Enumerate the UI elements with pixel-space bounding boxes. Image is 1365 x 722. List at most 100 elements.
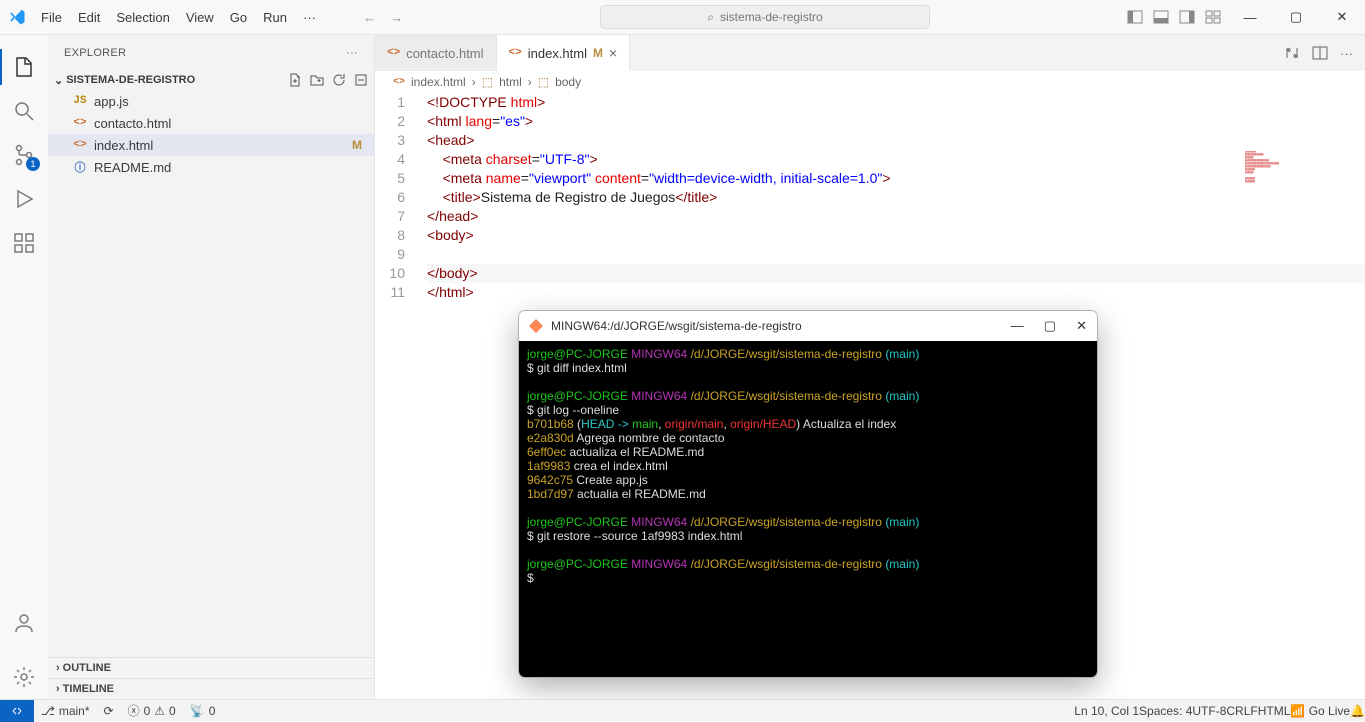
status-lang[interactable]: HTML [1258,704,1291,718]
sidebar: EXPLORER ··· ⌄ SISTEMA-DE-REGISTRO JS app… [48,35,375,699]
nav-buttons: ← → [363,10,403,25]
file-name: README.md [94,160,171,175]
status-encoding[interactable]: UTF-8 [1192,704,1226,718]
menu-view[interactable]: View [179,6,221,29]
editor-more-icon[interactable]: ··· [1340,46,1353,61]
window-close-icon[interactable]: ✕ [1319,0,1365,35]
status-golive[interactable]: 📶 Go Live [1290,704,1350,718]
terminal-window[interactable]: MINGW64:/d/JORGE/wsgit/sistema-de-regist… [518,310,1098,678]
activity-explorer-icon[interactable] [0,45,48,89]
status-port[interactable]: 📡 0 [183,704,223,718]
chevron-right-icon: › [528,75,532,89]
chevron-right-icon: › [472,75,476,89]
chevron-right-icon: › [56,662,60,674]
tree-item[interactable]: JS app.js [48,90,374,112]
file-icon: JS [72,95,88,107]
symbol-icon: ⬚ [538,75,549,89]
title-bar: FileEditSelectionViewGoRun··· ← → ⌕ sist… [0,0,1365,35]
file-icon: <> [72,117,88,129]
activity-debug-icon[interactable] [0,177,48,221]
breadcrumb[interactable]: <> index.html › ⬚ html › ⬚ body [375,71,1365,93]
vscode-logo-icon [0,8,34,26]
explorer-more-icon[interactable]: ··· [346,47,358,59]
menu-bar: FileEditSelectionViewGoRun··· [34,6,323,29]
menu-go[interactable]: Go [223,6,254,29]
search-wrap: ⌕ sistema-de-registro [403,5,1127,29]
activity-extensions-icon[interactable] [0,221,48,265]
terminal-title: MINGW64:/d/JORGE/wsgit/sistema-de-regist… [551,319,802,333]
menu-···[interactable]: ··· [296,6,323,29]
menu-file[interactable]: File [34,6,69,29]
folder-header[interactable]: ⌄ SISTEMA-DE-REGISTRO [48,70,374,90]
minimap[interactable]: ████████████████████████████████████████… [1245,151,1365,271]
window-maximize-icon[interactable]: ▢ [1273,0,1319,35]
nav-fwd-icon[interactable]: → [390,10,403,25]
refresh-icon[interactable] [332,73,346,87]
layout-primary-icon[interactable] [1127,9,1143,25]
term-maximize-icon[interactable]: ▢ [1044,318,1056,334]
close-icon[interactable]: × [609,45,617,61]
file-name: app.js [94,94,129,109]
explorer-title: EXPLORER [64,47,126,59]
status-eol[interactable]: CRLF [1226,704,1257,718]
tree-item[interactable]: ⓘ README.md [48,156,374,178]
file-icon: ⓘ [72,159,88,175]
term-minimize-icon[interactable]: — [1011,318,1024,334]
activity-search-icon[interactable] [0,89,48,133]
command-center[interactable]: ⌕ sistema-de-registro [600,5,930,29]
gutter: 1234567891011 [375,93,423,699]
tree-item[interactable]: <>index.htmlM [48,134,374,156]
chevron-right-icon: › [56,683,60,695]
layout-secondary-icon[interactable] [1179,9,1195,25]
activity-account-icon[interactable] [0,601,48,645]
tree-item[interactable]: <> contacto.html [48,112,374,134]
menu-edit[interactable]: Edit [71,6,107,29]
modified-badge: M [593,46,603,60]
activity-settings-icon[interactable] [0,655,48,699]
terminal-body[interactable]: jorge@PC-JORGE MINGW64 /d/JORGE/wsgit/si… [519,341,1097,677]
status-bell-icon[interactable]: 🔔 [1350,704,1365,718]
git-bash-icon [529,319,543,333]
menu-selection[interactable]: Selection [109,6,176,29]
status-lncol[interactable]: Ln 10, Col 1 [1074,704,1139,718]
collapse-icon[interactable] [354,73,368,87]
new-file-icon[interactable] [288,73,302,87]
layout-panel-icon[interactable] [1153,9,1169,25]
symbol-icon: ⬚ [482,75,493,89]
scm-badge: 1 [26,157,40,171]
sidebar-header: EXPLORER ··· [48,35,374,70]
layout-customize-icon[interactable] [1205,9,1221,25]
tab-label: contacto.html [406,46,483,61]
split-editor-icon[interactable] [1312,45,1328,61]
new-folder-icon[interactable] [310,73,324,87]
folder-name: SISTEMA-DE-REGISTRO [66,74,195,86]
file-name: contacto.html [94,116,171,131]
menu-run[interactable]: Run [256,6,294,29]
outline-section[interactable]: ›OUTLINE [48,657,374,678]
editor-tab[interactable]: <> contacto.html [375,35,497,71]
chevron-down-icon: ⌄ [54,74,63,87]
editor-tabs: <> contacto.html<> index.html M × ··· [375,35,1365,71]
file-icon: <> [393,77,405,88]
file-name: index.html [94,138,153,153]
search-text: sistema-de-registro [720,10,823,24]
file-icon: <> [387,47,400,59]
status-problems[interactable]: ⓧ 0 ⚠ 0 [121,702,183,719]
tab-label: index.html [528,46,587,61]
status-sync-icon[interactable]: ⟳ [97,704,121,718]
remote-icon[interactable] [0,700,34,722]
status-spaces[interactable]: Spaces: 4 [1139,704,1192,718]
terminal-title-bar[interactable]: MINGW64:/d/JORGE/wsgit/sistema-de-regist… [519,311,1097,341]
activity-scm-icon[interactable]: 1 [0,133,48,177]
timeline-section[interactable]: ›TIMELINE [48,678,374,699]
status-bar: ⎇ main* ⟳ ⓧ 0 ⚠ 0 📡 0 Ln 10, Col 1 Space… [0,699,1365,721]
nav-back-icon[interactable]: ← [363,10,376,25]
activity-bar: 1 [0,35,48,699]
status-branch[interactable]: ⎇ main* [34,704,97,718]
term-close-icon[interactable]: ✕ [1076,318,1087,334]
editor-tab[interactable]: <>index.htmlM× [497,35,631,71]
file-tree: JSapp.js<>contacto.html<>index.htmlMⓘREA… [48,90,374,657]
modified-badge: M [352,138,362,152]
window-minimize-icon[interactable]: — [1227,0,1273,35]
compare-changes-icon[interactable] [1284,45,1300,61]
